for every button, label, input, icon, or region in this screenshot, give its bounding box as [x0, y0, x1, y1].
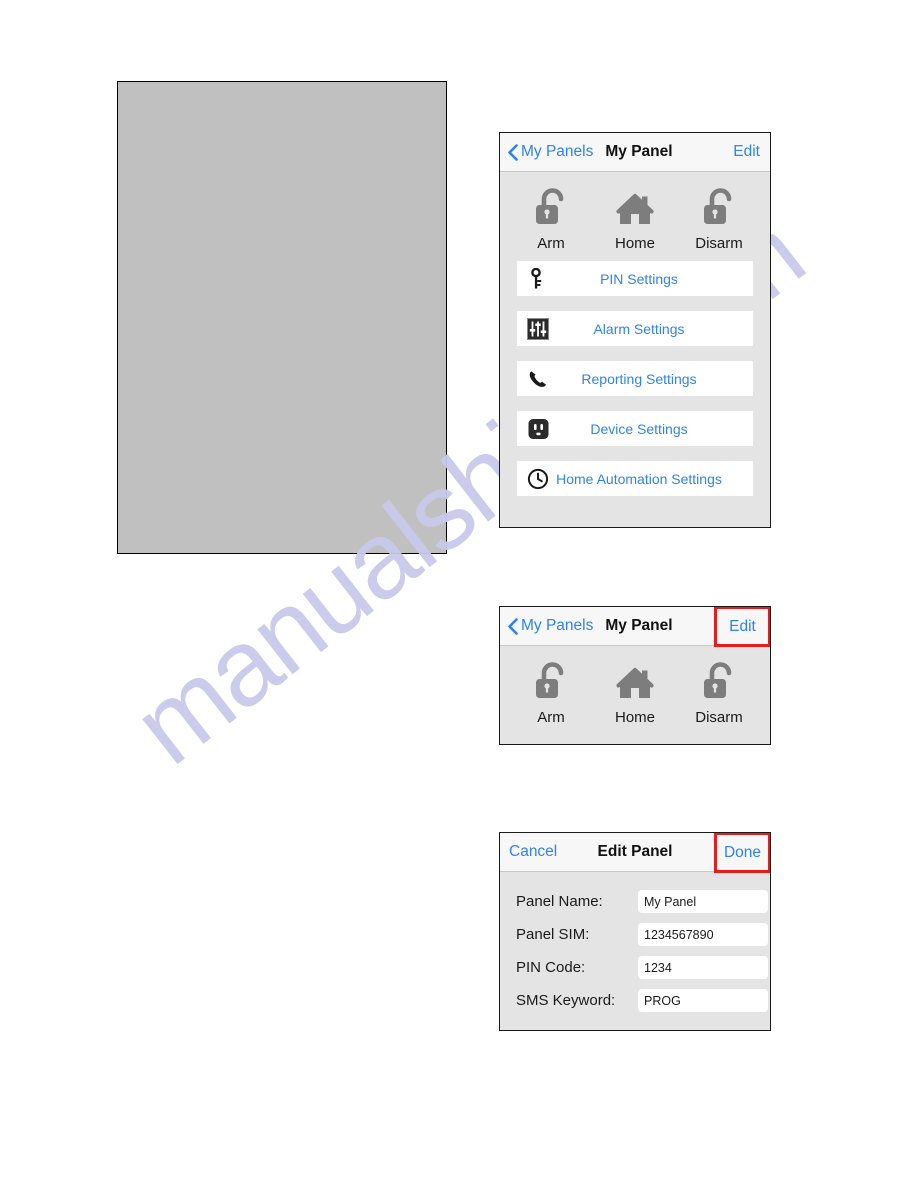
screenshot-my-panel-edit-highlight: My Panels My Panel Edit Arm Home Disarm — [499, 606, 771, 745]
form-row-panel-sim: Panel SIM: — [500, 923, 770, 946]
mode-button-disarm[interactable]: Disarm — [680, 186, 758, 252]
list-item-label: Device Settings — [590, 420, 688, 437]
page-title: My Panel — [605, 617, 673, 634]
mode-button-disarm[interactable]: Disarm — [680, 660, 758, 726]
house-icon — [596, 186, 674, 232]
mode-label-arm: Arm — [537, 235, 565, 252]
pin-code-label: PIN Code: — [516, 959, 586, 976]
list-item-device-settings[interactable]: Device Settings — [517, 411, 753, 446]
list-item-label: PIN Settings — [600, 270, 678, 287]
blank-image-placeholder — [117, 81, 447, 554]
open-padlock-icon — [512, 186, 590, 232]
sms-keyword-label: SMS Keyword: — [516, 992, 616, 1009]
panel-sim-label: Panel SIM: — [516, 926, 590, 943]
navigation-bar: My Panels My Panel Edit — [500, 607, 770, 647]
back-button[interactable]: My Panels — [500, 617, 594, 635]
list-item-label: Alarm Settings — [593, 320, 685, 337]
done-button-highlighted[interactable]: Done — [714, 833, 770, 873]
edit-button-highlighted[interactable]: Edit — [714, 607, 770, 647]
list-item-label: Reporting Settings — [581, 370, 697, 387]
clock-icon — [521, 468, 555, 490]
list-item-alarm-settings[interactable]: Alarm Settings — [517, 311, 753, 346]
mode-label-disarm: Disarm — [695, 709, 743, 726]
mode-button-home[interactable]: Home — [596, 660, 674, 726]
list-item-home-automation-settings[interactable]: Home Automation Settings — [517, 461, 753, 496]
cancel-button[interactable]: Cancel — [500, 844, 557, 860]
screenshot-edit-panel: Cancel Edit Panel Done Panel Name: Panel… — [499, 832, 771, 1031]
navigation-bar: Cancel Edit Panel Done — [500, 833, 770, 873]
mode-label-home: Home — [614, 235, 655, 252]
mode-button-arm[interactable]: Arm — [512, 660, 590, 726]
mode-button-arm[interactable]: Arm — [512, 186, 590, 252]
mode-button-home[interactable]: Home — [596, 186, 674, 252]
sliders-icon — [521, 317, 555, 340]
form-row-sms-keyword: SMS Keyword: — [500, 989, 770, 1012]
open-padlock-icon — [512, 660, 590, 706]
form-row-panel-name: Panel Name: — [500, 890, 770, 913]
sms-keyword-field[interactable] — [638, 989, 768, 1012]
chevron-left-icon — [508, 143, 518, 161]
panel-sim-field[interactable] — [638, 923, 768, 946]
chevron-left-icon — [508, 617, 518, 635]
back-label: My Panels — [521, 143, 594, 161]
back-label: My Panels — [521, 617, 594, 635]
mode-button-row: Arm Home Disarm — [500, 172, 770, 258]
mode-label-disarm: Disarm — [695, 235, 743, 252]
edit-panel-form: Panel Name: Panel SIM: PIN Code: SMS Key… — [500, 872, 770, 1030]
mode-label-arm: Arm — [537, 709, 565, 726]
power-outlet-icon — [521, 418, 555, 440]
form-row-pin-code: PIN Code: — [500, 956, 770, 979]
settings-list: PIN Settings Alarm Settings Reporting Se… — [500, 258, 770, 496]
screen-body: Arm Home — [500, 646, 770, 732]
screenshot-my-panel: My Panels My Panel Edit Arm Home Disarm … — [499, 132, 771, 528]
screen-body: Arm Home — [500, 172, 770, 496]
page-title: My Panel — [605, 143, 673, 160]
panel-name-field[interactable] — [638, 890, 768, 913]
phone-handset-icon — [521, 368, 555, 390]
panel-name-label: Panel Name: — [516, 893, 603, 910]
list-item-label: Home Automation Settings — [556, 470, 722, 487]
key-icon — [521, 267, 555, 290]
edit-button[interactable]: Edit — [733, 144, 770, 160]
list-item-pin-settings[interactable]: PIN Settings — [517, 261, 753, 296]
navigation-bar: My Panels My Panel Edit — [500, 133, 770, 172]
open-padlock-icon — [680, 186, 758, 232]
mode-label-home: Home — [614, 709, 655, 726]
back-button[interactable]: My Panels — [500, 143, 594, 161]
house-icon — [596, 660, 674, 706]
open-padlock-icon — [680, 660, 758, 706]
list-item-reporting-settings[interactable]: Reporting Settings — [517, 361, 753, 396]
mode-button-row: Arm Home Disarm — [500, 646, 770, 732]
pin-code-field[interactable] — [638, 956, 768, 979]
